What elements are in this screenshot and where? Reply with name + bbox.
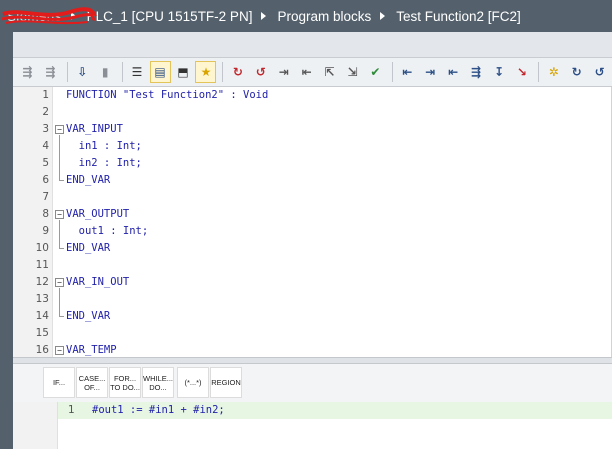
pane-splitter[interactable]: [13, 357, 612, 364]
code-line: 13: [35, 293, 49, 305]
outdent-icon[interactable]: ⇥: [420, 61, 441, 83]
line-number: 1: [68, 404, 75, 416]
breadcrumb-program-blocks[interactable]: Program blocks: [277, 9, 371, 24]
for-instruction-button[interactable]: FOR... TO DO...: [109, 367, 141, 398]
fold-guide: [59, 288, 60, 316]
redaction-scribble: [1, 6, 97, 24]
code-line: 10 END_VAR: [35, 242, 111, 254]
fold-guide: [59, 316, 64, 317]
check-consistency-icon[interactable]: ✔: [365, 61, 386, 83]
while-instruction-button[interactable]: WHILE... DO...: [142, 367, 174, 398]
uncomment-icon[interactable]: ⇶: [466, 61, 487, 83]
code-editor[interactable]: 1 #out1 := #in1 + #in2;: [13, 402, 612, 449]
toolbar-divider: [391, 62, 393, 82]
code-line: 14 END_VAR: [35, 310, 111, 322]
run-to-icon[interactable]: ⇲: [342, 61, 363, 83]
block-header-strip: [13, 32, 612, 58]
code-line: 9 out1 : Int;: [42, 225, 149, 237]
step-into-icon[interactable]: ⇤: [296, 61, 317, 83]
toggle-breakpoint-icon[interactable]: ↻: [227, 61, 248, 83]
favorites-icon[interactable]: ★: [195, 61, 217, 83]
code-line: 12− VAR_IN_OUT: [35, 276, 130, 288]
collapse-icon[interactable]: −: [55, 346, 64, 355]
fold-guide: [59, 135, 60, 180]
code-line: 4 in1 : Int;: [42, 140, 142, 152]
region-instruction-button[interactable]: REGION: [210, 367, 242, 398]
code-line: 15: [35, 327, 49, 339]
toolbar-divider: [66, 62, 68, 82]
fold-guide: [59, 248, 64, 249]
case-instruction-button[interactable]: CASE... OF...: [76, 367, 108, 398]
go-online-icon[interactable]: ▮: [95, 61, 116, 83]
comment-instruction-button[interactable]: (*...*): [177, 367, 209, 398]
breadcrumb-block[interactable]: Test Function2 [FC2]: [396, 9, 521, 24]
show-all-icon[interactable]: ↧: [489, 61, 510, 83]
interface-toggle-icon[interactable]: ▤: [149, 61, 171, 83]
code-line: 5 in2 : Int;: [42, 157, 142, 169]
left-panel-strip: [0, 32, 13, 449]
go-to-icon[interactable]: ↘: [511, 61, 532, 83]
breadcrumb: Siemens PLC_1 [CPU 1515TF-2 PN] Program …: [0, 0, 521, 32]
bookmark-next-icon[interactable]: ✲: [543, 61, 564, 83]
step-out-icon[interactable]: ⇱: [319, 61, 340, 83]
code-line: 8− VAR_OUTPUT: [42, 208, 130, 220]
code-line: 3− VAR_INPUT: [42, 123, 123, 135]
code-line: 7: [42, 191, 49, 203]
comment-icon[interactable]: ⇤: [443, 61, 464, 83]
collapse-icon[interactable]: −: [55, 210, 64, 219]
step-over-icon[interactable]: ⇥: [273, 61, 294, 83]
code-line: 11: [35, 259, 49, 271]
line-number-gutter: [13, 402, 58, 449]
toolbar-divider: [121, 62, 123, 82]
code-line: 1 FUNCTION "Test Function2" : Void: [42, 89, 269, 101]
monitor-download-icon[interactable]: ⬒: [173, 61, 194, 83]
instruction-bar: IF... CASE... OF... FOR... TO DO... WHIL…: [13, 364, 612, 402]
bookmark-prev-icon[interactable]: ↻: [566, 61, 587, 83]
breadcrumb-separator-icon: [380, 12, 386, 20]
toolbar-divider: [222, 62, 224, 82]
absolute-operands-icon[interactable]: ☰: [127, 61, 148, 83]
breadcrumb-plc[interactable]: PLC_1 [CPU 1515TF-2 PN]: [87, 9, 253, 24]
if-instruction-button[interactable]: IF...: [43, 367, 75, 398]
add-row-icon[interactable]: ⇶: [40, 61, 61, 83]
code-line: 6 END_VAR: [42, 174, 111, 186]
collapse-icon[interactable]: −: [55, 125, 64, 134]
interface-editor[interactable]: 1 FUNCTION "Test Function2" : Void 2 3− VA…: [13, 87, 612, 357]
insert-row-icon[interactable]: ⇶: [17, 61, 38, 83]
code-line: 16− VAR_TEMP: [35, 344, 117, 356]
editor-titlebar: Siemens PLC_1 [CPU 1515TF-2 PN] Program …: [0, 0, 612, 32]
fold-guide: [59, 180, 64, 181]
breadcrumb-project[interactable]: Siemens: [1, 6, 97, 24]
toolbar-divider: [538, 62, 540, 82]
breadcrumb-separator-icon: [261, 12, 267, 20]
download-icon[interactable]: ⇩: [72, 61, 93, 83]
more-icon[interactable]: ↺: [589, 61, 610, 83]
editor-toolbar: ⇶ ⇶ ⇩ ▮ ☰ ▤ ⬒ ★ ↻ ↺ ⇥ ⇤ ⇱ ⇲ ✔ ⇤ ⇥ ⇤ ⇶ ↧ …: [13, 58, 612, 87]
indent-icon[interactable]: ⇤: [397, 61, 418, 83]
code-line: 2: [42, 106, 49, 118]
fold-guide: [59, 220, 60, 248]
collapse-icon[interactable]: −: [55, 278, 64, 287]
delete-breakpoints-icon[interactable]: ↺: [250, 61, 271, 83]
code-line[interactable]: #out1 := #in1 + #in2;: [92, 404, 225, 416]
